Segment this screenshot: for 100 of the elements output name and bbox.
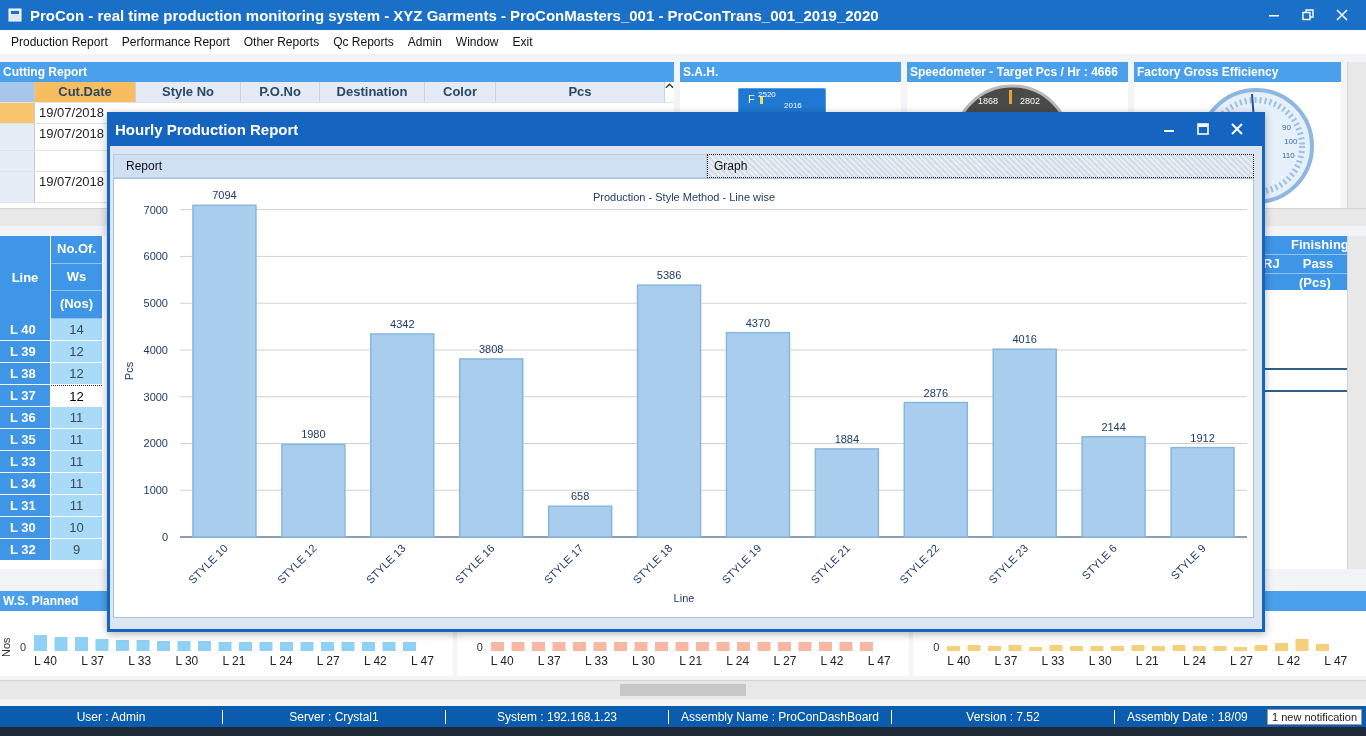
column-header[interactable]: Pcs [496,82,665,102]
axis-tick: L 21 [222,654,246,668]
table-cell[interactable]: 9 [51,539,102,560]
axis-tick: L 21 [679,654,703,668]
axis-tick: L 27 [316,654,340,668]
status-text: System : 192.168.1.23 [446,709,669,724]
status-text: Assembly Name : ProConDashBoard [669,709,892,724]
table-cell-text: 19/07/2018 [38,125,105,143]
column-header: (Nos) [51,291,102,319]
row-header: L 35 [0,429,50,450]
axis-tick: 0 [20,640,28,653]
column-header[interactable]: Destination [320,82,425,102]
table-cell-text: 19/07/2018 [38,173,105,191]
data-label: 4342 [390,317,415,330]
scroll-up-icon[interactable] [665,82,674,89]
status-text: Server : Crystal1 [223,709,446,724]
table-cell[interactable]: 11 [51,473,102,494]
axis-tick: L 37 [81,654,105,668]
data-label: 2144 [1101,420,1126,433]
axis-tick: L 21 [1135,654,1159,668]
axis-tick: L 27 [1230,654,1253,668]
axis-tick: L 42 [1277,654,1301,668]
data-label: 1912 [1190,431,1215,444]
axis-tick: L 24 [726,654,750,668]
axis-tick: L 30 [1088,654,1112,668]
row-header: L 31 [0,495,50,516]
menu-item[interactable]: Performance Report [114,35,237,49]
row-header: L 37 [0,385,50,406]
panel-header: S.A.H. [680,62,901,82]
axis-tick: 4000 [143,343,168,356]
column-header[interactable]: Color [425,82,496,102]
table-cell[interactable]: 10 [51,517,102,538]
axis-tick: L 47 [411,654,434,668]
table-cell[interactable]: 11 [51,429,102,450]
axis-tick: 6000 [143,250,168,263]
restore-icon[interactable] [1302,9,1314,21]
panel-header: Factory Gross Efficiency [1134,62,1342,82]
row-header: L 38 [0,363,50,384]
maximize-icon[interactable] [1197,123,1209,135]
close-icon[interactable] [1336,9,1348,21]
column-header[interactable]: P.O.No [241,82,320,102]
panel-header: Speedometer - Target Pcs / Hr : 4666 [907,62,1128,82]
menu-item[interactable]: Production Report [4,35,115,49]
window-title: ProCon - real time production monitoring system - XYZ Garments - ProConMasters_001 - ProConTrans_001_2019_2020 [30,6,879,24]
row-header: L 33 [0,451,50,472]
data-label: 5386 [656,269,682,282]
close-icon[interactable] [1231,123,1243,135]
axis-tick: L 33 [584,654,608,668]
axis-tick: 7000 [143,203,168,216]
scrollbar[interactable] [1347,236,1366,569]
app-icon [8,8,22,22]
data-label: 2876 [923,386,949,399]
table-cell[interactable]: 11 [51,407,102,428]
table-cell[interactable]: 12 [51,341,102,362]
table-cell[interactable]: 11 [51,451,102,472]
menu-item[interactable]: Other Reports [236,35,327,49]
table-cell[interactable]: 14 [51,319,102,340]
axis-tick: 1000 [143,484,168,497]
scrollbar[interactable] [1347,62,1366,208]
column-header[interactable]: Style No [136,82,241,102]
axis-tick: L 30 [175,654,199,668]
scrollbar[interactable] [0,680,1366,699]
axis-tick: L 47 [867,654,891,668]
axis-tick: L 42 [820,654,844,668]
axis-tick: L 24 [1182,654,1206,668]
tab[interactable]: Report [113,154,707,178]
data-label: 7094 [212,189,237,202]
data-label: 4016 [1012,333,1037,346]
dialog-title: Hourly Production Report [115,120,299,138]
panel-header: Cutting Report [0,62,674,82]
row-header: L 34 [0,473,50,494]
status-text: Version : 7.52 [892,709,1115,724]
column-header[interactable]: Cut.Date [35,82,136,102]
tab[interactable]: Graph [707,154,1254,178]
menu-item[interactable]: Exit [505,35,540,49]
notification-tooltip[interactable]: 1 new notification [1267,709,1362,725]
status-text: Assembly Date : 18/09 [1127,709,1248,724]
axis-tick: L 33 [1041,654,1065,668]
table-cell-text: 19/07/2018 [38,104,105,122]
row-header: L 40 [0,319,50,340]
corner-cell [0,82,35,102]
axis-tick: 0 [476,640,484,653]
data-label: 3808 [478,342,504,355]
axis-tick: L 33 [128,654,152,668]
row-header: L 39 [0,341,50,362]
axis-label: Pcs [123,361,135,381]
axis-tick: L 40 [947,654,971,668]
data-label: 658 [570,490,590,503]
axis-tick: 3000 [143,390,168,403]
menu-item[interactable]: Admin [400,35,449,49]
axis-tick: L 40 [34,654,57,668]
table-cell[interactable]: 11 [51,495,102,516]
axis-tick: 0 [933,640,941,653]
axis-tick: 5000 [143,297,168,310]
axis-tick: L 37 [994,654,1018,668]
column-header: Pass [1301,255,1335,273]
menu-item[interactable]: Qc Reports [326,35,401,49]
menu-item[interactable]: Window [448,35,506,49]
table-cell[interactable]: 12 [51,363,102,384]
axis-tick: 2000 [143,437,168,450]
